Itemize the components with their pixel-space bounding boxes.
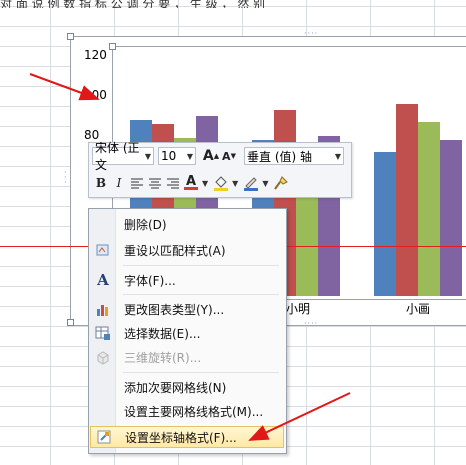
annotation-arrows [29,73,351,441]
arrow-to-axis [29,73,100,101]
arrow-to-format-axis [248,392,351,441]
